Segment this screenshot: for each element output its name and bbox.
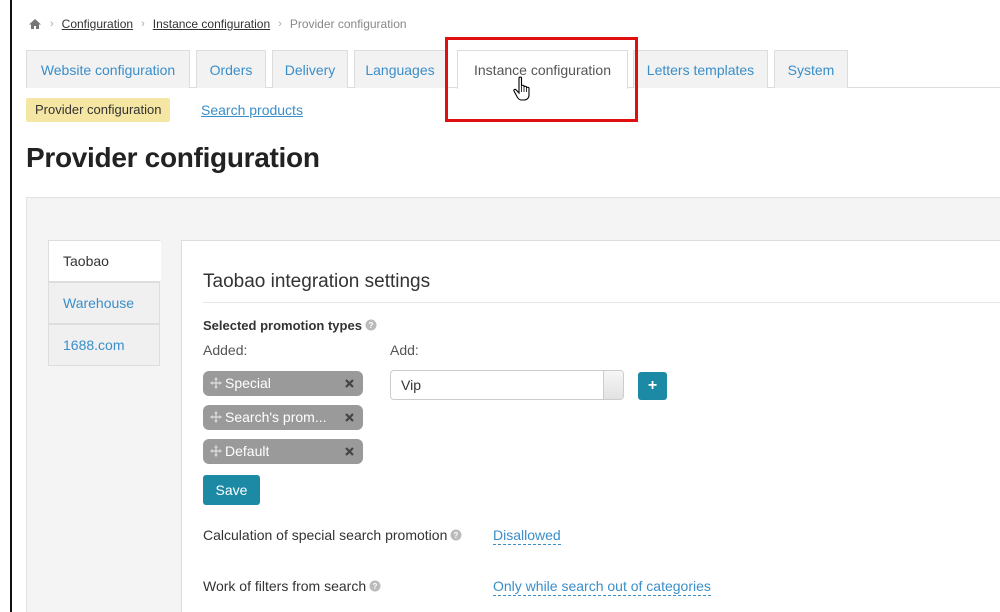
breadcrumb-separator: › <box>50 18 54 30</box>
add-promotion-button[interactable]: + <box>638 372 667 400</box>
tab-languages[interactable]: Languages <box>354 50 446 88</box>
add-label: Add: <box>390 342 419 358</box>
provider-tab-taobao[interactable]: Taobao <box>48 240 161 282</box>
promotion-types-label: Selected promotion types? <box>203 318 377 333</box>
provider-tab-1688[interactable]: 1688.com <box>48 324 160 366</box>
move-icon[interactable] <box>210 411 222 423</box>
svg-text:?: ? <box>454 531 459 540</box>
setting-label-special-search-promotion: Calculation of special search promotion? <box>203 527 462 543</box>
added-label: Added: <box>203 342 248 358</box>
remove-icon[interactable] <box>345 413 354 422</box>
promotion-chip-special[interactable]: Special <box>203 371 363 396</box>
remove-icon[interactable] <box>345 447 354 456</box>
home-icon[interactable] <box>28 18 42 30</box>
promotion-type-select[interactable]: Vip <box>390 370 624 400</box>
select-value: Vip <box>401 377 421 393</box>
move-icon[interactable] <box>210 445 222 457</box>
promotion-chip-search-promotion[interactable]: Search's prom... <box>203 405 363 430</box>
setting-label-text: Calculation of special search promotion <box>203 527 448 543</box>
chip-label: Special <box>225 375 271 391</box>
setting-value-special-search-promotion[interactable]: Disallowed <box>493 527 561 545</box>
remove-icon[interactable] <box>345 379 354 388</box>
save-button[interactable]: Save <box>203 475 260 505</box>
hand-pointer-icon <box>513 76 530 101</box>
section-divider <box>203 302 1000 303</box>
provider-tabs: Taobao Warehouse 1688.com <box>48 240 161 366</box>
help-icon[interactable]: ? <box>365 319 377 331</box>
tab-system[interactable]: System <box>774 50 848 88</box>
setting-label-text: Work of filters from search <box>203 578 367 594</box>
setting-value-filters-from-search[interactable]: Only while search out of categories <box>493 578 711 596</box>
select-arrow[interactable] <box>603 371 623 399</box>
tab-orders[interactable]: Orders <box>196 50 266 88</box>
help-icon[interactable]: ? <box>369 580 381 592</box>
breadcrumb: › Configuration › Instance configuration… <box>28 17 407 31</box>
highlight-annotation-box <box>445 37 638 122</box>
promotion-chip-default[interactable]: Default <box>203 439 363 464</box>
subtab-search-products[interactable]: Search products <box>201 102 303 118</box>
provider-tab-warehouse[interactable]: Warehouse <box>48 282 160 324</box>
subtab-provider-configuration[interactable]: Provider configuration <box>26 98 171 122</box>
move-icon[interactable] <box>210 377 222 389</box>
chip-label: Default <box>225 443 270 459</box>
svg-text:?: ? <box>368 321 373 330</box>
breadcrumb-configuration[interactable]: Configuration <box>62 17 133 31</box>
tab-letters-templates[interactable]: Letters templates <box>633 50 768 88</box>
breadcrumb-current: Provider configuration <box>289 17 407 31</box>
help-icon[interactable]: ? <box>450 529 462 541</box>
tab-website-configuration[interactable]: Website configuration <box>26 50 190 88</box>
setting-label-filters-from-search: Work of filters from search? <box>203 578 381 594</box>
page-title: Provider configuration <box>26 142 320 173</box>
breadcrumb-instance-configuration[interactable]: Instance configuration <box>153 17 270 31</box>
breadcrumb-separator: › <box>278 18 282 30</box>
window-frame-edge <box>10 0 12 612</box>
tab-delivery[interactable]: Delivery <box>272 50 348 88</box>
svg-text:?: ? <box>373 582 378 591</box>
promotion-types-label-text: Selected promotion types <box>203 318 362 333</box>
chip-label: Search's prom... <box>225 409 327 425</box>
section-title: Taobao integration settings <box>203 271 431 292</box>
breadcrumb-separator: › <box>141 18 145 30</box>
